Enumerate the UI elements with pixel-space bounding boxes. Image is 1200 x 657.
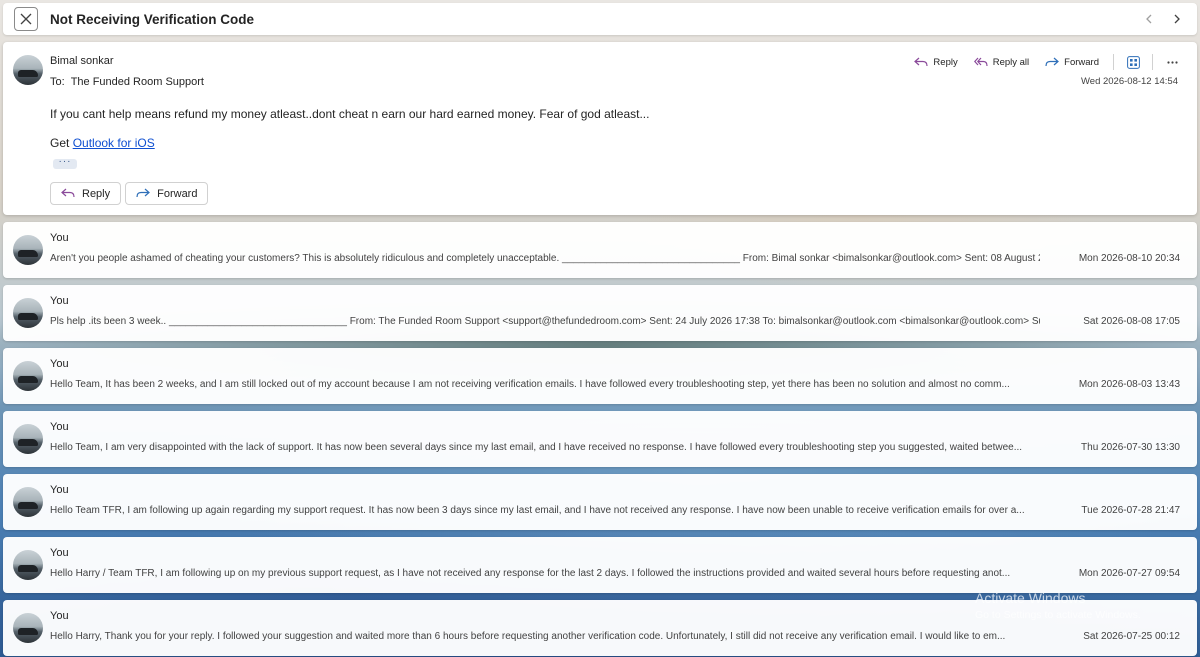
reply-all-button[interactable]: Reply all (968, 55, 1035, 70)
activation-watermark: Activate Windows Go to Settings to activ… (975, 590, 1141, 621)
avatar (13, 550, 43, 580)
chevron-left-icon (1146, 14, 1152, 24)
thread-message[interactable]: You Hello Team, It has been 2 weeks, and… (3, 348, 1197, 404)
next-button[interactable] (1169, 11, 1185, 27)
forward-icon (136, 188, 151, 198)
message-toolbar: Reply Reply all Forward (908, 52, 1183, 72)
thread-preview: Hello Team, I am very disappointed with … (50, 442, 1023, 453)
thread-preview: Hello Team, It has been 2 weeks, and I a… (50, 379, 1010, 390)
forward-label: Forward (1064, 56, 1099, 68)
reply-icon (61, 188, 75, 198)
reply-buttons: Reply Forward (50, 182, 209, 205)
thread-message[interactable]: You Hello Team, I am very disappointed w… (3, 411, 1197, 467)
close-icon (20, 13, 32, 25)
thread-preview: Pls help .its been 3 week.. ____________… (50, 316, 1040, 327)
thread-message[interactable]: You Hello Harry / Team TFR, I am followi… (3, 537, 1197, 593)
signature-prefix: Get (50, 136, 70, 150)
reply-pill-button[interactable]: Reply (50, 182, 122, 205)
thread-date: Mon 2026-08-03 13:43 (1078, 379, 1180, 390)
reply-all-icon (973, 57, 988, 66)
reply-pill-label: Reply (82, 187, 111, 200)
thread-message[interactable]: You Hello Team TFR, I am following up ag… (3, 474, 1197, 530)
reply-icon (914, 57, 929, 66)
thread-message[interactable]: You Pls help .its been 3 week.. ________… (3, 285, 1197, 341)
thread-date: Mon 2026-07-27 09:54 (1078, 568, 1180, 579)
thread-preview: Hello Team TFR, I am following up again … (50, 505, 1025, 516)
avatar (13, 298, 43, 328)
expanded-message: Bimal sonkar To: The Funded Room Support … (3, 42, 1197, 215)
conversation-nav (1141, 11, 1185, 27)
thread-date: Thu 2026-07-30 13:30 (1081, 442, 1180, 453)
apps-grid-icon (1126, 55, 1140, 69)
thread-date: Sat 2026-07-25 00:12 (1083, 631, 1180, 642)
chevron-right-icon (1174, 14, 1180, 24)
to-label: To: (50, 76, 65, 88)
more-actions-button[interactable] (1161, 52, 1183, 72)
message-body: If you cant help means refund my money a… (50, 107, 650, 121)
recipient-name[interactable]: The Funded Room Support (71, 76, 204, 88)
forward-pill-button[interactable]: Forward (125, 182, 209, 205)
message-date: Wed 2026-08-12 14:54 (1080, 76, 1178, 87)
avatar (13, 361, 43, 391)
thread-sender: You (50, 547, 69, 559)
thread-sender: You (50, 484, 69, 496)
thread-date: Sat 2026-08-08 17:05 (1083, 316, 1180, 327)
toolbar-divider (1113, 54, 1114, 70)
toolbar-divider (1152, 54, 1153, 70)
reply-label: Reply (933, 56, 958, 68)
reply-button[interactable]: Reply (908, 55, 963, 70)
close-button[interactable] (14, 7, 38, 31)
conversation-header: Not Receiving Verification Code (3, 3, 1197, 35)
thread-sender: You (50, 610, 69, 622)
outlook-ios-link[interactable]: Outlook for iOS (73, 136, 155, 150)
show-more-button[interactable]: ··· (53, 157, 77, 169)
thread-sender: You (50, 232, 69, 244)
thread-date: Tue 2026-07-28 21:47 (1081, 505, 1180, 516)
avatar (13, 424, 43, 454)
message-sender: Bimal sonkar (50, 55, 114, 67)
forward-pill-label: Forward (157, 187, 198, 200)
signature: Get Outlook for iOS (50, 136, 155, 150)
thread-sender: You (50, 421, 69, 433)
watermark-subtitle: Go to Settings to activate Windows. (975, 609, 1141, 621)
forward-button[interactable]: Forward (1039, 55, 1105, 70)
watermark-title: Activate Windows (975, 590, 1086, 606)
thread-message[interactable]: You Aren't you people ashamed of cheatin… (3, 222, 1197, 278)
avatar (13, 235, 43, 265)
forward-icon (1045, 57, 1060, 66)
message-recipients: To: The Funded Room Support (50, 76, 204, 88)
conversation-subject: Not Receiving Verification Code (50, 11, 255, 27)
avatar (13, 55, 43, 85)
apps-button[interactable] (1122, 52, 1144, 72)
thread-date: Mon 2026-08-10 20:34 (1078, 253, 1180, 264)
more-icon (1166, 60, 1178, 64)
thread-preview: Aren't you people ashamed of cheating yo… (50, 253, 1040, 264)
previous-button[interactable] (1141, 11, 1157, 27)
thread-sender: You (50, 358, 69, 370)
thread-preview: Hello Harry / Team TFR, I am following u… (50, 568, 1011, 579)
avatar (13, 613, 43, 643)
thread-preview: Hello Harry, Thank you for your reply. I… (50, 631, 1006, 642)
thread-sender: You (50, 295, 69, 307)
reply-all-label: Reply all (992, 56, 1030, 68)
avatar (13, 487, 43, 517)
